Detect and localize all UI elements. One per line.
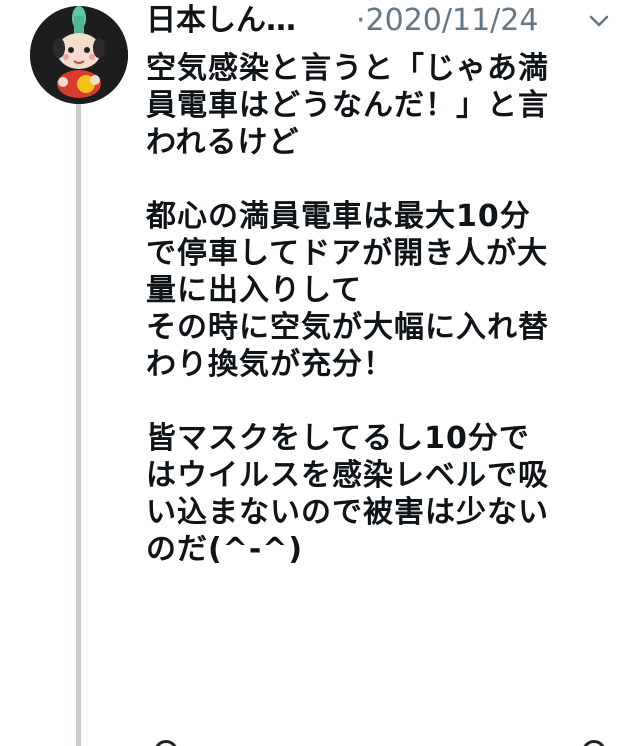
chevron-down-icon[interactable]	[586, 8, 612, 34]
tweet-text-line: 都心の満員電車は最大10分	[146, 199, 531, 234]
tweet-date[interactable]: ·2020/11/24	[356, 2, 538, 40]
tweet-action-bar-partial	[146, 738, 616, 746]
tweet-header: 日本しん… ·2020/11/24	[146, 2, 616, 40]
tweet-text-line: 皆マスクをしてるし10分で	[146, 421, 530, 456]
thread-connector-line	[76, 104, 81, 746]
tweet-text-line: 員電車はどうなんだ！」と言	[146, 88, 549, 123]
tweet-text-line: わり換気が充分！	[146, 347, 394, 382]
tweet-text-line: 量に出入りして	[146, 273, 363, 308]
tweet-text-line: 空気感染と言うと「じゃあ満	[146, 51, 549, 86]
tweet-text-line: い込まないので被害は少ない	[146, 495, 549, 530]
tweet-text-line: その時に空気が大幅に入れ替	[146, 310, 549, 345]
tweet-text: 空気感染と言うと「じゃあ満 員電車はどうなんだ！」と言 われるけど 都心の満員電…	[146, 50, 616, 568]
avatar[interactable]	[30, 6, 128, 104]
tweet-text-line: のだ(^-^)	[146, 532, 304, 567]
tweet-text-line: われるけど	[146, 125, 300, 160]
tweet-text-line: はウイルスを感染レベルで吸	[146, 458, 549, 493]
author-name[interactable]: 日本しん…	[146, 2, 296, 40]
reply-icon[interactable]	[154, 740, 178, 746]
share-icon[interactable]	[582, 740, 606, 746]
tweet-text-line: で停車してドアが開き人が大	[146, 236, 549, 271]
figurine-avatar-icon	[30, 6, 128, 104]
